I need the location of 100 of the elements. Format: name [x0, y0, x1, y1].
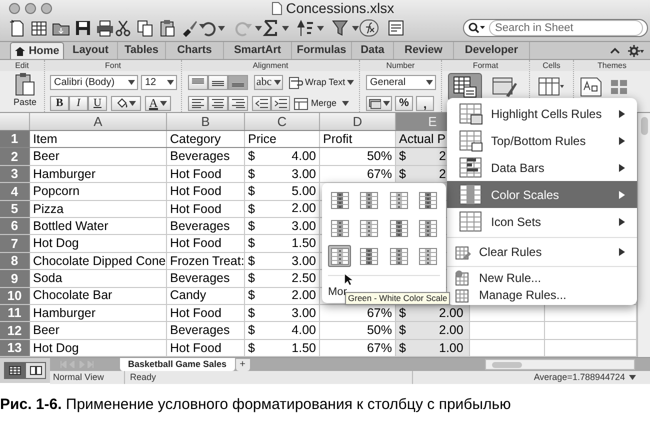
text-orientation-button[interactable]: abc [254, 75, 283, 90]
font-color-button[interactable]: A [145, 96, 171, 111]
sheet-tab[interactable]: Basketball Game Sales [120, 358, 235, 372]
fill-color-button[interactable] [111, 96, 141, 111]
color-scale-option[interactable] [387, 245, 410, 267]
paste-button[interactable]: Paste [13, 71, 36, 108]
row-header[interactable]: 9 [0, 270, 30, 287]
cell-text: $ [248, 342, 255, 354]
column-header[interactable]: B [167, 113, 245, 130]
color-scale-option[interactable] [328, 245, 351, 267]
more-rules-link[interactable]: Mor [328, 286, 347, 298]
row-header[interactable]: 5 [0, 200, 30, 217]
view-button[interactable] [4, 362, 25, 380]
number-format-field[interactable]: General [366, 75, 436, 90]
settings-icon[interactable] [628, 44, 644, 56]
row-header[interactable]: 3 [0, 166, 30, 182]
horizontal-align-button[interactable] [188, 96, 208, 111]
ribbon-tab[interactable]: Formulas [292, 42, 352, 59]
vertical-align-button[interactable] [208, 75, 228, 90]
search-field[interactable]: Search in Sheet [489, 20, 643, 36]
row-header[interactable]: 1 [0, 131, 30, 148]
menu-item[interactable]: Clear Rules [447, 240, 637, 264]
row-header[interactable]: 13 [0, 340, 30, 356]
toolbox-icon[interactable] [387, 19, 405, 38]
color-scale-option[interactable] [358, 217, 380, 239]
color-scale-option[interactable] [358, 189, 380, 211]
column-header[interactable]: C [245, 113, 320, 130]
sort-icon[interactable] [297, 19, 315, 38]
menu-item[interactable]: New Rule... [447, 269, 637, 286]
horizontal-align-button[interactable] [228, 96, 248, 111]
row-header[interactable]: 8 [0, 252, 30, 270]
function-icon[interactable] [359, 19, 379, 38]
currency-button[interactable] [366, 96, 392, 111]
row-header[interactable]: 10 [0, 288, 30, 304]
undo-icon[interactable] [198, 19, 216, 38]
window-control-icon[interactable] [41, 3, 52, 14]
copy-icon[interactable] [136, 19, 154, 38]
filter-icon[interactable] [332, 19, 350, 38]
ribbon-tab[interactable]: Review [394, 42, 454, 59]
font-style-button[interactable]: U [88, 96, 107, 111]
decrease-indent-button[interactable] [252, 96, 271, 111]
caret-icon [317, 26, 324, 31]
horizontal-scrollbar[interactable] [485, 359, 635, 370]
column-header[interactable]: A [30, 113, 167, 130]
comma-button[interactable]: , [416, 96, 434, 111]
row-header[interactable]: 11 [0, 304, 30, 322]
color-scale-option[interactable] [416, 245, 440, 267]
print-icon[interactable] [96, 19, 114, 38]
vertical-align-button[interactable] [228, 75, 248, 90]
ribbon-tab[interactable]: Layout [64, 42, 118, 59]
percent-button[interactable]: % [395, 96, 413, 111]
row-header[interactable]: 7 [0, 235, 30, 252]
color-scale-option[interactable] [416, 217, 440, 239]
horizontal-align-button[interactable] [208, 96, 228, 111]
scissors-icon[interactable] [114, 19, 132, 38]
color-scale-option[interactable] [387, 217, 410, 239]
color-scale-option[interactable] [358, 245, 380, 267]
view-button[interactable] [25, 362, 46, 380]
summary-dropdown[interactable]: Average=1.788944724 [534, 370, 636, 384]
menu-item[interactable]: Color Scales [447, 181, 637, 208]
sigma-icon[interactable] [262, 19, 280, 38]
cell-text: 2 [439, 149, 446, 164]
menu-item[interactable]: Data Bars [447, 154, 637, 181]
font-size-field[interactable]: 12 [141, 75, 177, 90]
window-control-icon[interactable] [9, 3, 20, 14]
color-scale-option[interactable] [387, 189, 410, 211]
row-header[interactable]: 4 [0, 183, 30, 200]
clipboard-icon[interactable] [158, 19, 176, 38]
add-sheet-button[interactable]: + [236, 358, 250, 371]
search-icon[interactable] [468, 22, 486, 34]
ribbon-tab[interactable]: SmartArt [224, 42, 292, 59]
increase-indent-button[interactable] [271, 96, 290, 111]
row-header[interactable]: 2 [0, 148, 30, 165]
ribbon-tab[interactable]: Home [10, 42, 64, 59]
save-icon[interactable] [74, 19, 92, 38]
ribbon-tab[interactable]: Tables [118, 42, 166, 59]
color-scale-option[interactable] [416, 189, 440, 211]
ribbon-tab[interactable]: Data [352, 42, 394, 59]
ribbon-tab[interactable]: Developer [454, 42, 530, 59]
collapse-icon[interactable] [610, 47, 620, 54]
color-scale-option[interactable] [328, 189, 351, 211]
menu-item[interactable]: Icon Sets [447, 208, 637, 235]
ribbon-tab[interactable]: Charts [166, 42, 224, 59]
wrap-text-button[interactable]: Wrap Text [289, 76, 354, 90]
color-scale-option[interactable] [328, 217, 351, 239]
font-field[interactable]: Calibri (Body) [50, 75, 138, 90]
window-control-icon[interactable] [25, 3, 36, 14]
new-document-icon[interactable] [8, 19, 26, 38]
row-header[interactable]: 12 [0, 322, 30, 339]
merge-button[interactable]: Merge [294, 96, 349, 110]
vertical-align-button[interactable] [188, 75, 208, 90]
menu-item[interactable]: Top/Bottom Rules [447, 127, 637, 154]
vertical-scrollbar[interactable] [637, 113, 650, 358]
menu-item[interactable]: Manage Rules... [447, 286, 637, 303]
font-style-button[interactable]: B [50, 96, 69, 111]
grid-icon[interactable] [30, 19, 48, 38]
font-style-button[interactable]: I [69, 96, 88, 111]
cell-text: 4.00 [292, 323, 316, 338]
conditional-formatting-button[interactable] [448, 73, 482, 101]
row-header[interactable]: 6 [0, 218, 30, 234]
